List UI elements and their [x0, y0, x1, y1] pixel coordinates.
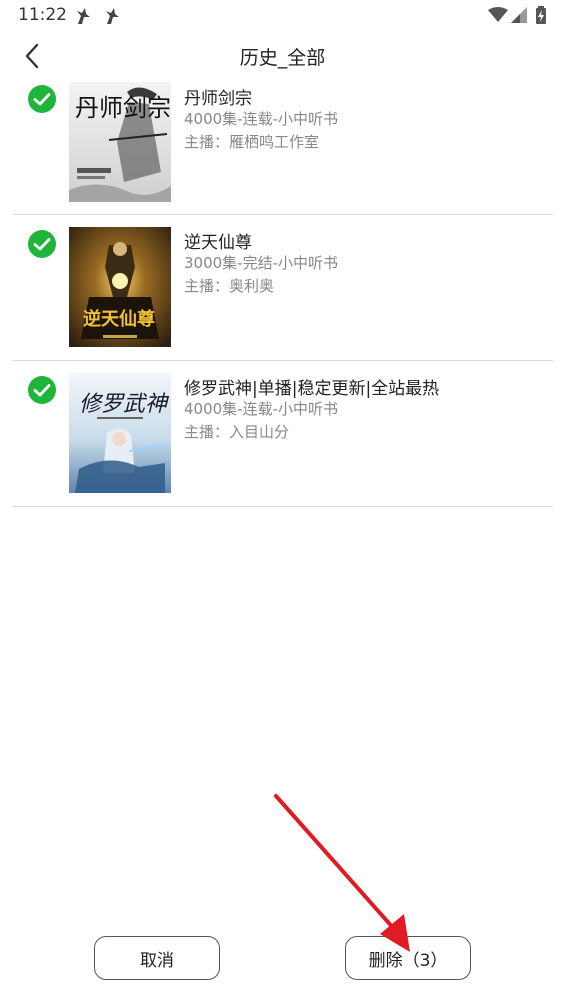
list-item[interactable]: 修罗武神 修罗武神|单播|稳定更新|全站最热 4000集-连载-小中听书 主播：… [0, 361, 565, 507]
check-circle-icon[interactable] [27, 229, 57, 259]
cover-title-text: 修罗武神 [79, 392, 170, 417]
cover-art: 丹师剑宗 [69, 82, 171, 202]
divider [12, 506, 553, 507]
cover-title-text: 丹师剑宗 [75, 94, 171, 122]
bird-notification-icon [106, 8, 119, 24]
book-host: 主播：入目山分 [184, 423, 290, 441]
status-bar: 11:22 [0, 0, 565, 32]
book-meta: 4000集-连载-小中听书 [184, 110, 338, 128]
book-cover: 修罗武神 [69, 373, 171, 493]
delete-button[interactable]: 删除（3） [345, 936, 471, 980]
header: 历史_全部 [0, 32, 565, 80]
wifi-icon [488, 7, 508, 22]
book-meta: 3000集-完结-小中听书 [184, 254, 338, 272]
cover-art: 逆天仙尊 [69, 227, 171, 347]
cover-art: 修罗武神 [69, 373, 171, 493]
history-list: 丹师剑宗 丹师剑宗 4000集-连载-小中听书 主播：雁栖鸣工作室 逆天仙尊 逆… [0, 80, 565, 507]
page-title: 历史_全部 [239, 47, 326, 69]
battery-charging-icon [536, 6, 546, 24]
check-circle-icon[interactable] [27, 84, 57, 114]
book-cover: 逆天仙尊 [69, 227, 171, 347]
check-circle-icon[interactable] [27, 375, 57, 405]
book-host: 主播：奥利奥 [184, 277, 275, 295]
signal-icon [511, 7, 527, 23]
book-title: 逆天仙尊 [184, 233, 252, 253]
book-cover: 丹师剑宗 [69, 82, 171, 202]
bird-notification-icon [77, 8, 90, 24]
list-item[interactable]: 丹师剑宗 丹师剑宗 4000集-连载-小中听书 主播：雁栖鸣工作室 [0, 80, 565, 215]
book-title: 丹师剑宗 [184, 89, 252, 109]
status-time: 11:22 [18, 5, 67, 25]
cover-title-text: 逆天仙尊 [83, 308, 155, 330]
list-item[interactable]: 逆天仙尊 逆天仙尊 3000集-完结-小中听书 主播：奥利奥 [0, 215, 565, 361]
book-meta: 4000集-连载-小中听书 [184, 400, 338, 418]
cancel-button[interactable]: 取消 [94, 936, 220, 980]
book-host: 主播：雁栖鸣工作室 [184, 133, 320, 151]
book-title: 修罗武神|单播|稳定更新|全站最热 [184, 379, 440, 399]
